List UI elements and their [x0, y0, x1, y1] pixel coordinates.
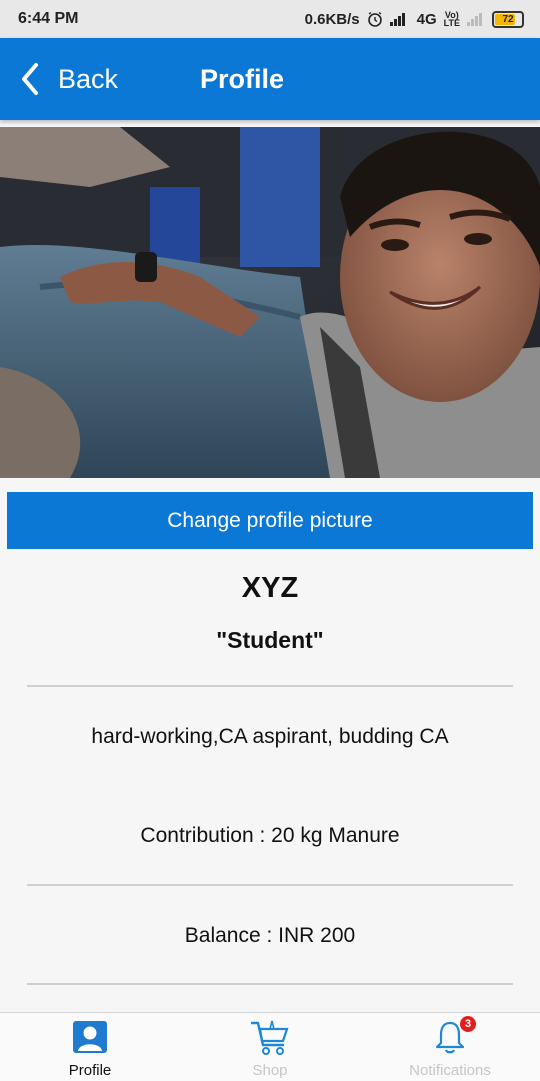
divider	[27, 685, 513, 687]
profile-photo-image	[0, 127, 540, 478]
profile-icon	[73, 1021, 107, 1053]
profile-name: XYZ	[241, 572, 299, 604]
nav-label-shop: Shop	[252, 1062, 288, 1079]
status-time: 6:44 PM	[18, 10, 79, 27]
back-label: Back	[58, 63, 119, 94]
nav-label-profile: Profile	[68, 1062, 112, 1079]
battery-icon: 72	[492, 10, 524, 28]
status-indicators: 0.6KB/s 4G Vo) LTE 72	[304, 10, 524, 28]
signal-secondary-icon	[467, 13, 482, 26]
app-bar: Back Profile	[0, 38, 540, 120]
network-type: 4G	[416, 10, 437, 28]
battery-level: 72	[502, 13, 514, 25]
profile-bio: hard-working,CA aspirant, budding CA	[91, 725, 449, 748]
change-profile-picture-button[interactable]: Change profile picture	[7, 492, 533, 549]
divider	[27, 983, 513, 985]
profile-contribution: Contribution : 20 kg Manure	[140, 824, 400, 847]
profile-role: "Student"	[216, 627, 324, 653]
signal-icon	[389, 13, 405, 26]
nav-item-profile[interactable]: Profile	[0, 1013, 180, 1081]
bottom-navigation: Profile Shop 3 Notifications	[0, 1012, 540, 1081]
cart-icon	[251, 1020, 289, 1055]
back-button[interactable]: Back	[20, 38, 118, 120]
volte-icon: Vo) LTE	[443, 10, 460, 28]
profile-balance: Balance : INR 200	[184, 924, 356, 947]
nav-item-shop[interactable]: Shop	[180, 1013, 360, 1081]
alarm-icon	[367, 11, 382, 27]
net-speed: 0.6KB/s	[304, 10, 360, 28]
page-title: Profile	[200, 64, 285, 94]
notification-badge: 3	[460, 1016, 476, 1032]
chevron-left-icon	[22, 63, 38, 95]
status-bar: 6:44 PM 0.6KB/s 4G Vo) LTE 72	[0, 0, 540, 38]
divider	[27, 884, 513, 886]
nav-label-notifications: Notifications	[409, 1062, 491, 1079]
nav-item-notifications[interactable]: 3 Notifications	[360, 1013, 540, 1081]
profile-photo	[0, 127, 540, 478]
